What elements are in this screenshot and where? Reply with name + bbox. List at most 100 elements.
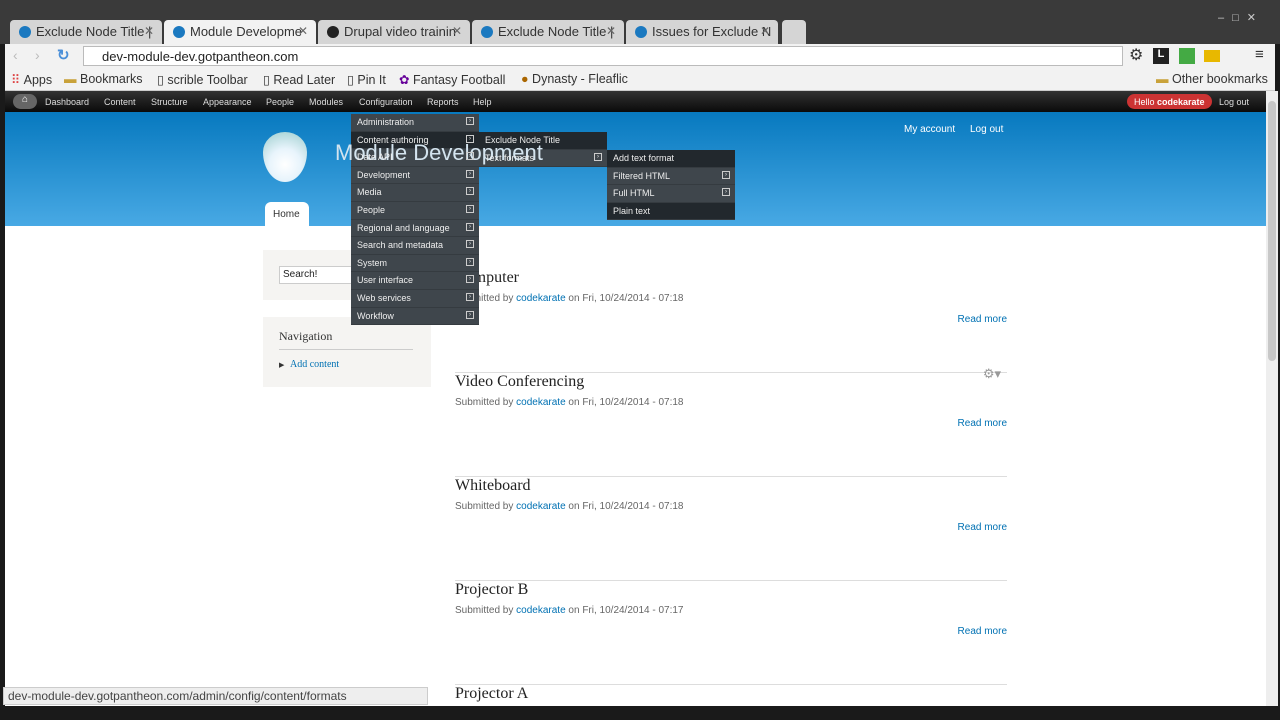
url-input[interactable]: dev-module-dev.gotpantheon.com <box>83 46 1123 66</box>
scrollbar-thumb[interactable] <box>1268 101 1276 361</box>
drupal-icon <box>19 26 31 38</box>
node-teaser: Whiteboard Submitted by codekarate on Fri… <box>455 477 1007 581</box>
extension-icon[interactable]: L <box>1153 48 1169 64</box>
menu-item-workflow[interactable]: Workflow › <box>351 308 479 326</box>
submitted-label: Submitted by <box>455 605 517 616</box>
close-icon[interactable]: ✕ <box>144 24 154 38</box>
gear-icon[interactable]: ⚙▾ <box>983 366 1001 382</box>
menu-item-add-text-format[interactable]: Add text format <box>607 150 735 168</box>
extension-icon[interactable] <box>1204 50 1220 62</box>
toolbar-modules[interactable]: Modules <box>309 97 343 107</box>
read-more-link[interactable]: Read more <box>958 314 1007 325</box>
toolbar-dashboard[interactable]: Dashboard <box>45 97 89 107</box>
node-title[interactable]: Projector A <box>455 685 528 703</box>
gear-icon[interactable]: ⚙ <box>1129 45 1143 65</box>
new-tab-button[interactable] <box>782 20 806 44</box>
tab-module-development[interactable]: Module Developme ✕ <box>164 20 316 44</box>
hello-user-badge[interactable]: Hello codekarate <box>1127 94 1212 109</box>
bookmark-folder[interactable]: ▬ Bookmarks <box>64 72 143 86</box>
menu-icon[interactable]: ≡ <box>1255 46 1264 63</box>
menu-item-regional[interactable]: Regional and language › <box>351 220 479 238</box>
menu-item-people[interactable]: People › <box>351 202 479 220</box>
menu-item-development[interactable]: Development › <box>351 167 479 185</box>
toolbar-reports[interactable]: Reports <box>427 97 459 107</box>
close-icon[interactable]: ✕ <box>760 24 770 38</box>
toolbar-help[interactable]: Help <box>473 97 492 107</box>
tab-exclude-node-title[interactable]: Exclude Node Title | ✕ <box>10 20 162 44</box>
menu-label: Full HTML <box>613 188 655 199</box>
bookmark-fantasy-football[interactable]: ✿ Fantasy Football <box>399 72 505 87</box>
tab-issues[interactable]: Issues for Exclude N ✕ <box>626 20 778 44</box>
text-formats-menu: Add text format Filtered HTML › Full HTML… <box>607 150 735 221</box>
close-icon[interactable]: ✕ <box>298 24 308 38</box>
toolbar-appearance[interactable]: Appearance <box>203 97 252 107</box>
bookmark-scrible[interactable]: ▯ scrible Toolbar <box>157 72 248 87</box>
toolbar-structure[interactable]: Structure <box>151 97 188 107</box>
menu-item-full-html[interactable]: Full HTML › <box>607 185 735 203</box>
menu-item-system[interactable]: System › <box>351 255 479 273</box>
node-title[interactable]: Video Conferencing <box>455 373 584 391</box>
drupal-icon <box>635 26 647 38</box>
tab-strip: Exclude Node Title | ✕ Module Developme ✕ … <box>0 0 1280 44</box>
expand-icon: › <box>722 188 730 197</box>
bookmark-apps[interactable]: ⠿ Apps <box>11 72 52 87</box>
tab-home[interactable]: Home <box>265 202 309 226</box>
toolbar-people[interactable]: People <box>266 97 294 107</box>
admin-toolbar: ⌂ Dashboard Content Structure Appearance… <box>5 91 1266 112</box>
scrollbar[interactable] <box>1266 91 1278 706</box>
menu-item-date-api[interactable]: Date API › <box>351 149 479 167</box>
node-teaser: Video Conferencing Submitted by codekarat… <box>455 366 1007 477</box>
logout-link[interactable]: Log out <box>970 124 1003 135</box>
other-bookmarks[interactable]: ▬ Other bookmarks <box>1156 72 1268 86</box>
my-account-link[interactable]: My account <box>904 124 955 135</box>
author-link[interactable]: codekarate <box>516 501 565 512</box>
drupal-logo[interactable] <box>263 132 307 182</box>
menu-item-filtered-html[interactable]: Filtered HTML › <box>607 168 735 186</box>
bookmark-label: Bookmarks <box>79 72 143 86</box>
tab-label: Exclude Node Title | <box>498 24 614 39</box>
menu-item-plain-text[interactable]: Plain text <box>607 202 735 221</box>
toolbar-logout[interactable]: Log out <box>1219 97 1249 107</box>
forward-icon[interactable]: › <box>35 47 40 63</box>
node-title[interactable]: Whiteboard <box>455 477 531 495</box>
menu-label: Add text format <box>613 153 675 163</box>
bookmark-read-later[interactable]: ▯ Read Later <box>263 72 335 87</box>
add-content-link[interactable]: Add content <box>290 359 339 370</box>
window-controls[interactable]: –□✕ <box>1218 11 1264 24</box>
close-icon[interactable]: ✕ <box>452 24 462 38</box>
menu-item-search-metadata[interactable]: Search and metadata › <box>351 237 479 255</box>
menu-item-exclude-node-title[interactable]: Exclude Node Title <box>479 132 607 150</box>
bookmark-pin-it[interactable]: ▯ Pin It <box>347 72 386 87</box>
bookmark-dynasty[interactable]: ● Dynasty - Fleaflic <box>521 72 628 86</box>
read-more-link[interactable]: Read more <box>958 626 1007 637</box>
expand-icon: › <box>466 275 474 284</box>
author-link[interactable]: codekarate <box>516 293 565 304</box>
menu-label: Regional and language <box>357 222 450 233</box>
bookmark-label: Pin It <box>357 73 386 87</box>
close-icon[interactable]: ✕ <box>606 24 616 38</box>
menu-item-administration[interactable]: Administration › <box>351 114 479 132</box>
toolbar-content[interactable]: Content <box>104 97 136 107</box>
reload-icon[interactable]: ↻ <box>57 46 70 64</box>
tab-drupal-video-training[interactable]: Drupal video trainin ✕ <box>318 20 470 44</box>
expand-icon: › <box>594 152 602 161</box>
author-link[interactable]: codekarate <box>516 397 565 408</box>
menu-item-text-formats[interactable]: Text formats › <box>479 150 607 168</box>
status-bar: dev-module-dev.gotpantheon.com/admin/con… <box>3 687 428 705</box>
extension-icon[interactable] <box>1179 48 1195 64</box>
menu-item-user-interface[interactable]: User interface › <box>351 272 479 290</box>
menu-item-content-authoring[interactable]: Content authoring › <box>351 131 479 150</box>
tab-label: Module Developme <box>190 24 303 39</box>
back-icon[interactable]: ‹ <box>13 47 18 63</box>
menu-label: Text formats <box>485 152 535 163</box>
home-icon[interactable]: ⌂ <box>13 94 37 109</box>
read-more-link[interactable]: Read more <box>958 418 1007 429</box>
menu-item-media[interactable]: Media › <box>351 184 479 202</box>
toolbar-configuration[interactable]: Configuration <box>359 97 413 107</box>
tab-exclude-node-title-2[interactable]: Exclude Node Title | ✕ <box>472 20 624 44</box>
read-more-link[interactable]: Read more <box>958 522 1007 533</box>
node-title[interactable]: Projector B <box>455 581 528 599</box>
author-link[interactable]: codekarate <box>516 605 565 616</box>
menu-item-web-services[interactable]: Web services › <box>351 290 479 308</box>
node-submitted: Submitted by codekarate on Fri, 10/24/20… <box>455 501 684 512</box>
